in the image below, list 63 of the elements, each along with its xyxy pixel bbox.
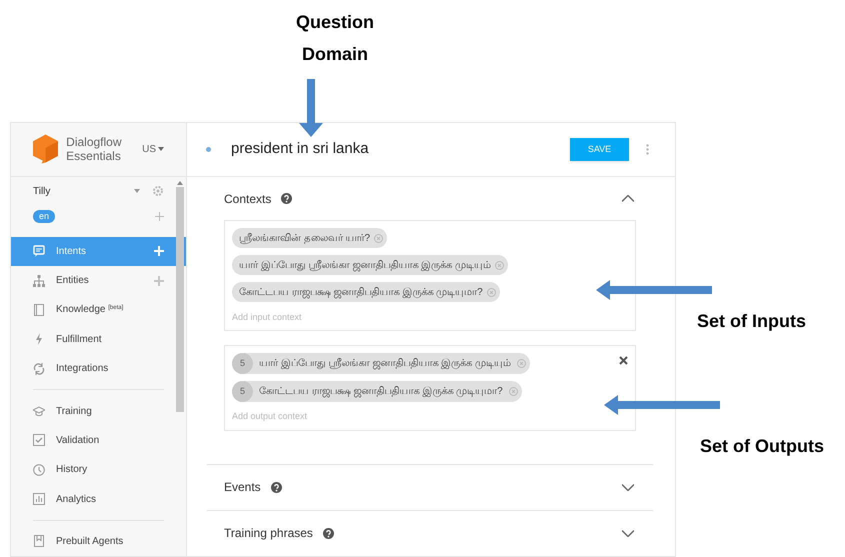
plus-icon [154,246,164,256]
intent-title: president in sri lanka [231,139,370,160]
input-context-field[interactable]: ஸ்ரீலங்காவின் தலைவர் யார்? யார் இப்போது ஸ்ரீலங்கா ஜனாதிபதியாக இருக்க முடியும் கோட்டபய ராஜபக்ஷ ஜனாதிபதியாக இருக்க முடியுமா? Add input context [224,220,636,332]
plus-icon [155,212,164,221]
book-icon [33,535,45,548]
chevron-down-icon[interactable] [622,530,634,537]
refresh-icon [33,362,45,375]
help-icon [322,528,334,539]
sidebar-item[interactable]: Entities [11,266,186,296]
lifespan-badge: 5 [232,381,253,402]
remove-icon [374,234,384,243]
context-chip[interactable]: ஸ்ரீலங்காவின் தலைவர் யார்? [232,228,388,248]
annotation-label: Question Domain [294,11,375,66]
checkbox-icon [33,434,45,446]
graduation-cap-icon [33,405,45,418]
region-dropdown[interactable]: US [142,142,164,157]
close-icon [619,356,628,366]
cube-logo-icon [33,134,58,164]
placeholder-text: Add output context [232,410,308,424]
caret-icon [134,189,140,194]
section-title: Events [224,479,261,496]
remove-icon [494,260,504,270]
lifespan-badge: 5 [232,353,253,374]
context-chip[interactable]: 5 கோட்டபய ராஜபக்ஷ ஜனாதிபதியாக இருக்க முடியுமா? [232,381,522,402]
annotation-label: Set of Outputs [700,435,824,458]
output-context-field[interactable]: 5 யார் இப்போது ஸ்ரீலங்கா ஜனாதிபதியாக இருக்க முடியும் 5 கோட்டபய ராஜபக்ஷ ஜனாதிபதியாக இருக்க முடியுமா? Add output context [224,345,636,431]
hierarchy-icon [33,274,45,287]
sidebar-item[interactable]: Knowledge $^{[beta]}$ [11,295,186,325]
remove-icon [516,359,526,368]
logo-text: Dialogflow Essentials [66,135,123,164]
section-title: Training phrases [224,525,313,542]
remove-icon [508,387,518,396]
plus-icon [154,276,164,286]
more-icon [646,144,649,156]
sidebar-item[interactable]: Prebuilt Agents [11,526,186,556]
section-title: Contexts [224,190,272,208]
caret-icon [158,147,164,152]
annotation-label: Set of Inputs [697,310,806,333]
speech-bubble-icon [33,245,45,258]
sidebar-item[interactable]: History [11,455,186,484]
down-arrow [299,79,323,137]
help-icon [281,193,292,204]
caret-icon [177,181,183,185]
settings-icon [152,185,164,198]
sidebar-item[interactable]: Fulfillment [11,324,186,354]
chevron-down-icon[interactable] [622,484,634,491]
help-icon [270,482,282,493]
sidebar-item[interactable]: Integrations [11,354,186,384]
remove-icon [486,288,496,297]
placeholder-text: Add input context [232,311,302,324]
context-chip[interactable]: கோட்டபய ராஜபக்ஷ ஜனாதிபதியாக இருக்க முடியுமா? [232,282,500,302]
chevron-up-icon[interactable] [622,195,634,202]
context-chip[interactable]: யார் இப்போது ஸ்ரீலங்கா ஜனாதிபதியாக இருக்க முடியும் [232,255,508,276]
scrollbar[interactable] [176,187,184,412]
sidebar-item[interactable]: Training [11,396,186,426]
lightning-icon [33,333,45,346]
sidebar-item[interactable]: Validation [11,426,186,456]
clock-icon [33,464,45,476]
sidebar-item[interactable]: Analytics [11,484,186,514]
agent-name[interactable]: Tilly [33,184,134,199]
bar-chart-icon [33,493,45,506]
book-icon [33,304,45,316]
context-chip[interactable]: 5 யார் இப்போது ஸ்ரீலங்கா ஜனாதிபதியாக இருக்க முடியும் [232,353,530,374]
